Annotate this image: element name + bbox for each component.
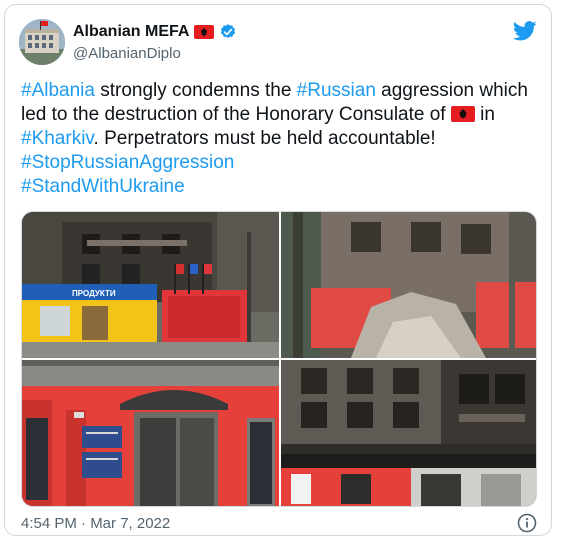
shop-sign-text: ПРОДУКТИ [72, 289, 116, 298]
photo-consulate-street[interactable]: ПРОДУКТИ [22, 212, 279, 358]
handle[interactable]: @AlbanianDiplo [73, 45, 181, 62]
hashtag-albania[interactable]: #Albania [21, 80, 95, 101]
photo-consulate-entrance[interactable] [22, 360, 279, 506]
hashtag-standwithukraine[interactable]: #StandWithUkraine [21, 176, 185, 197]
tweet-card[interactable]: Albanian MEFA @AlbanianDiplo #Albania st… [4, 4, 552, 536]
albania-flag-icon [450, 105, 475, 122]
photo-consulate-facade[interactable] [281, 360, 536, 506]
tweet-timestamp[interactable]: 4:54 PM · Mar 7, 2022 [21, 515, 170, 532]
info-icon[interactable] [517, 513, 537, 533]
tweet-text-segment: in [474, 104, 495, 125]
twitter-bird-icon[interactable] [512, 21, 537, 41]
verified-badge-icon [219, 23, 237, 41]
albania-flag-icon [194, 25, 215, 39]
tweet-text-segment: . Perpetrators must be held accountable! [93, 128, 436, 149]
tweet-text-segment: strongly condemns the [94, 80, 297, 101]
tweet-text: #Albania strongly condemns the #Russian … [21, 79, 541, 199]
hashtag-stoprussianaggression[interactable]: #StopRussianAggression [21, 152, 234, 173]
media-grid: ПРОДУКТИ [21, 211, 537, 507]
hashtag-kharkiv[interactable]: #Kharkiv [21, 128, 94, 149]
display-name[interactable]: Albanian MEFA [73, 23, 189, 41]
photo-consulate-rubble[interactable] [281, 212, 536, 358]
avatar[interactable] [19, 19, 65, 65]
hashtag-russian[interactable]: #Russian [297, 80, 376, 101]
